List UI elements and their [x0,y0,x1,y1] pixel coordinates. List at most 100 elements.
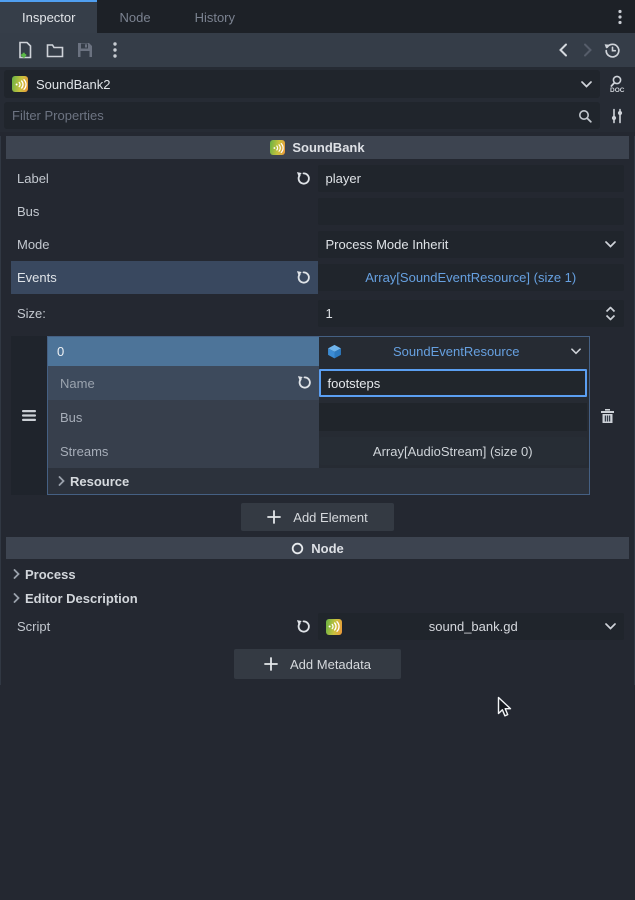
tab-inspector-label: Inspector [22,10,75,25]
element-drag-handle[interactable] [11,336,47,495]
revert-icon[interactable] [296,619,312,635]
node-circle-icon [291,542,304,555]
new-resource-button[interactable] [10,36,40,64]
plus-icon [267,510,281,524]
mode-property-name-cell[interactable]: Mode [11,228,318,261]
size-label-cell: Size: [11,297,318,330]
resource-group-label: Resource [70,474,129,489]
tabbar-spacer [257,0,605,33]
property-tools-button[interactable] [600,108,633,124]
chevron-down-icon [605,241,616,248]
element-index-cell[interactable]: 0 [48,337,319,366]
element-streams-cell[interactable]: Streams [48,434,319,468]
history-forward-button[interactable] [575,36,600,64]
soundbank-resource-icon [12,76,28,92]
element-resource-picker[interactable]: SoundEventResource [319,337,590,366]
load-resource-button[interactable] [40,36,70,64]
spin-updown-icon[interactable] [605,306,616,321]
property-row-label: Label player [1,162,634,195]
streams-array-button[interactable]: Array[AudioStream] (size 0) [319,437,588,465]
open-docs-button[interactable]: DOC [600,75,633,93]
mode-dropdown[interactable]: Process Mode Inherit [318,231,625,258]
mode-selected-option: Process Mode Inherit [326,237,606,252]
element-bus-label: Bus [60,410,313,425]
category-node-title: Node [311,541,344,556]
plus-icon [264,657,278,671]
tab-node-label: Node [119,10,150,25]
history-back-button[interactable] [550,36,575,64]
folder-icon [46,43,64,58]
script-property-name-cell[interactable]: Script [11,610,318,643]
tab-inspector[interactable]: Inspector [0,0,97,33]
add-metadata-button[interactable]: Add Metadata [234,649,401,679]
category-soundbank[interactable]: SoundBank [6,136,629,159]
editor-description-group-toggle[interactable]: Editor Description [1,586,634,610]
element-delete-button[interactable] [590,336,624,495]
name-value-input[interactable]: footsteps [319,369,588,397]
streams-array-text: Array[AudioStream] (size 0) [373,444,533,459]
script-file-name: sound_bank.gd [342,619,606,634]
revert-icon[interactable] [296,270,312,286]
element-bus-cell[interactable]: Bus [48,400,319,434]
add-element-button[interactable]: Add Element [241,503,393,531]
property-row-events: Events Array[SoundEventResource] (size 1… [1,261,634,294]
edited-object-dropdown[interactable]: SoundBank2 [4,70,600,98]
size-label: Size: [17,306,312,321]
mouse-cursor [497,696,515,720]
name-value-text: footsteps [328,376,381,391]
script-dropdown[interactable]: sound_bank.gd [318,613,625,640]
chevron-left-icon [558,43,568,57]
inspector-content: SoundBank Label player Bus [0,136,635,685]
filter-placeholder: Filter Properties [12,108,578,123]
element-row-bus: Bus [48,400,589,434]
size-value: 1 [326,306,606,321]
add-metadata-label: Add Metadata [290,657,371,672]
filter-strip: Filter Properties [0,100,635,132]
tab-history[interactable]: History [173,0,257,33]
chevron-right-icon [583,43,593,57]
bus-property-name-cell[interactable]: Bus [11,195,318,228]
label-value-text: player [326,171,361,186]
property-row-mode: Mode Process Mode Inherit [1,228,634,261]
bus-value-input[interactable] [318,198,625,225]
inspector-toolbar [0,33,635,67]
chevron-down-icon [605,623,616,630]
svg-text:DOC: DOC [610,87,625,93]
process-group-label: Process [25,567,76,582]
search-icon [578,109,592,123]
events-property-name-cell[interactable]: Events [11,261,318,294]
process-group-toggle[interactable]: Process [1,562,634,586]
category-node[interactable]: Node [6,537,629,559]
expand-arrow-icon [13,569,20,579]
property-row-bus: Bus [1,195,634,228]
label-property-name: Label [17,171,296,186]
chevron-down-icon [571,348,581,355]
resource-options-button[interactable] [100,36,130,64]
file-plus-icon [16,41,34,59]
save-resource-button[interactable] [70,36,100,64]
element-index-label: 0 [57,344,64,359]
expand-arrow-icon [58,476,65,486]
expand-arrow-icon [13,593,20,603]
doc-search-icon: DOC [608,75,625,93]
chevron-down-icon [581,81,592,88]
edited-object-name: SoundBank2 [36,77,581,92]
element-row-streams: Streams Array[AudioStream] (size 0) [48,434,589,468]
size-spinbox[interactable]: 1 [318,300,625,327]
object-selector-strip: SoundBank2 DOC [0,67,635,100]
element-bus-input[interactable] [319,403,588,431]
label-property-name-cell[interactable]: Label [11,162,318,195]
save-icon [77,42,93,58]
tab-menu-icon[interactable] [605,0,635,33]
name-property-label: Name [60,376,297,391]
revert-icon[interactable] [296,171,312,187]
revert-icon[interactable] [297,375,313,391]
object-history-button[interactable] [600,36,625,64]
events-array-button[interactable]: Array[SoundEventResource] (size 1) [318,264,625,291]
label-value-input[interactable]: player [318,165,625,192]
tab-node[interactable]: Node [97,0,172,33]
resource-group-toggle[interactable]: Resource [48,468,589,494]
name-property-cell[interactable]: Name [48,366,319,400]
filter-properties-input[interactable]: Filter Properties [4,102,600,129]
add-element-row: Add Element [1,495,634,537]
